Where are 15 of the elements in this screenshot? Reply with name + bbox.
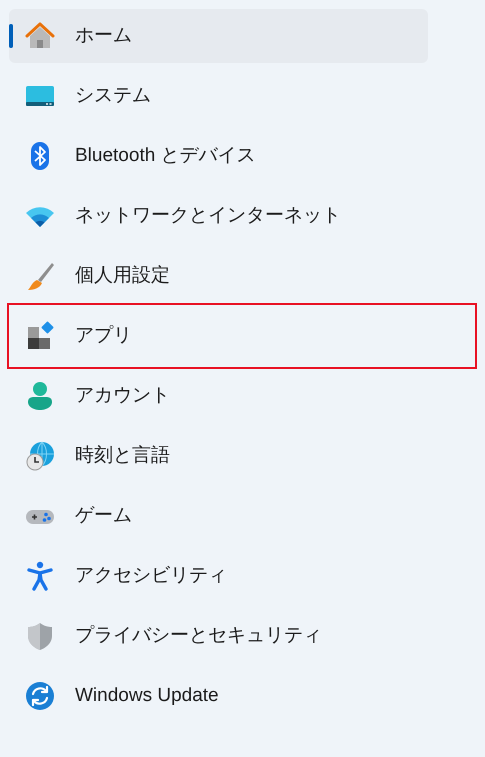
nav-item[interactable]: ホーム [9, 9, 428, 63]
nav-item[interactable]: アプリ [9, 309, 428, 363]
nav-item[interactable]: Windows Update [9, 669, 428, 723]
globe-clock-icon [24, 440, 56, 472]
nav-item[interactable]: ゲーム [9, 489, 428, 543]
selection-indicator [9, 24, 13, 48]
nav-item[interactable]: アカウント [9, 369, 428, 423]
nav-item[interactable]: ネットワークとインターネット [9, 189, 428, 243]
nav-item[interactable]: アクセシビリティ [9, 549, 428, 603]
nav-item[interactable]: システム [9, 69, 428, 123]
refresh-icon [24, 680, 56, 712]
nav-item[interactable]: Bluetooth とデバイス [9, 129, 428, 183]
nav-item[interactable]: 時刻と言語 [9, 429, 428, 483]
nav-item[interactable]: 個人用設定 [9, 249, 428, 303]
nav-item[interactable]: プライバシーとセキュリティ [9, 609, 428, 663]
